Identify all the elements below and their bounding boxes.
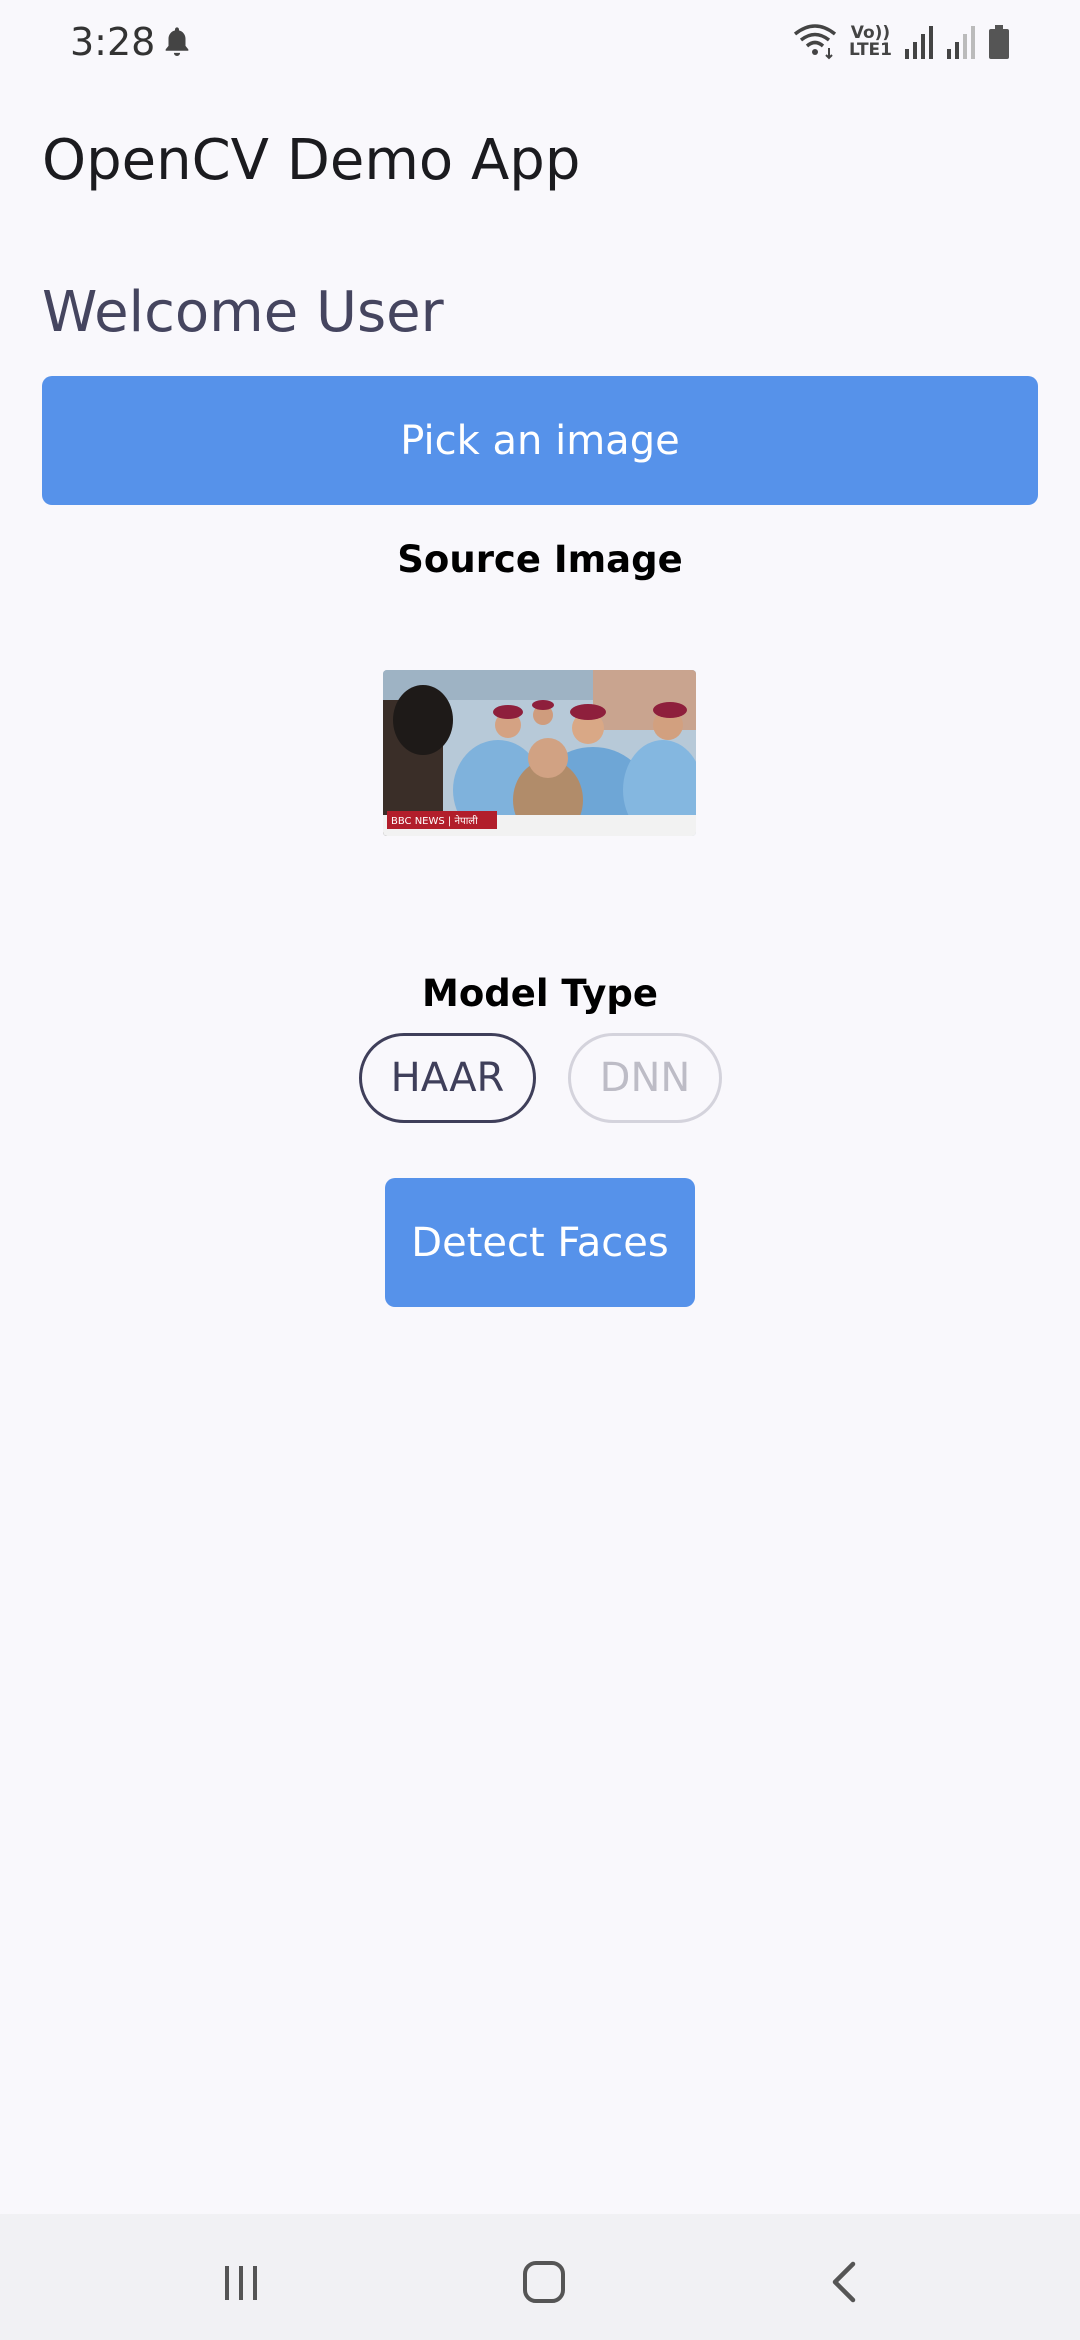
- wifi-icon: [793, 24, 837, 60]
- welcome-text: Welcome User: [42, 280, 444, 345]
- status-time: 3:28: [70, 20, 156, 64]
- model-chip-dnn[interactable]: DNN: [568, 1033, 722, 1123]
- app-title: OpenCV Demo App: [42, 128, 581, 193]
- status-icons: Vo)) LTE1: [793, 20, 1010, 64]
- status-bar: 3:28 Vo)) LTE1: [0, 0, 1080, 90]
- model-type-label: Model Type: [422, 972, 658, 1015]
- source-image-label: Source Image: [397, 538, 683, 581]
- model-chip-haar[interactable]: HAAR: [359, 1033, 536, 1123]
- navigation-bar: [0, 2214, 1080, 2340]
- notification-bell-icon: [165, 27, 189, 57]
- source-image-caption: BBC NEWS | नेपाली: [391, 815, 478, 827]
- volte-bottom-text: LTE1: [848, 40, 892, 60]
- source-image-photo: BBC NEWS | नेपाली: [383, 670, 696, 836]
- pick-image-button[interactable]: Pick an image: [42, 376, 1038, 505]
- screen: 3:28 Vo)) LTE1 OpenCV Demo App Welcome U…: [0, 0, 1080, 2340]
- volte-icon: Vo)) LTE1: [849, 25, 892, 59]
- home-icon[interactable]: [514, 2252, 574, 2312]
- back-icon[interactable]: [815, 2252, 875, 2312]
- recents-icon[interactable]: [211, 2252, 271, 2312]
- source-image: BBC NEWS | नेपाली: [383, 670, 696, 836]
- detect-faces-button[interactable]: Detect Faces: [385, 1178, 695, 1307]
- signal-icon: [905, 26, 933, 59]
- signal-icon-2: [947, 26, 975, 59]
- battery-icon: [989, 25, 1009, 59]
